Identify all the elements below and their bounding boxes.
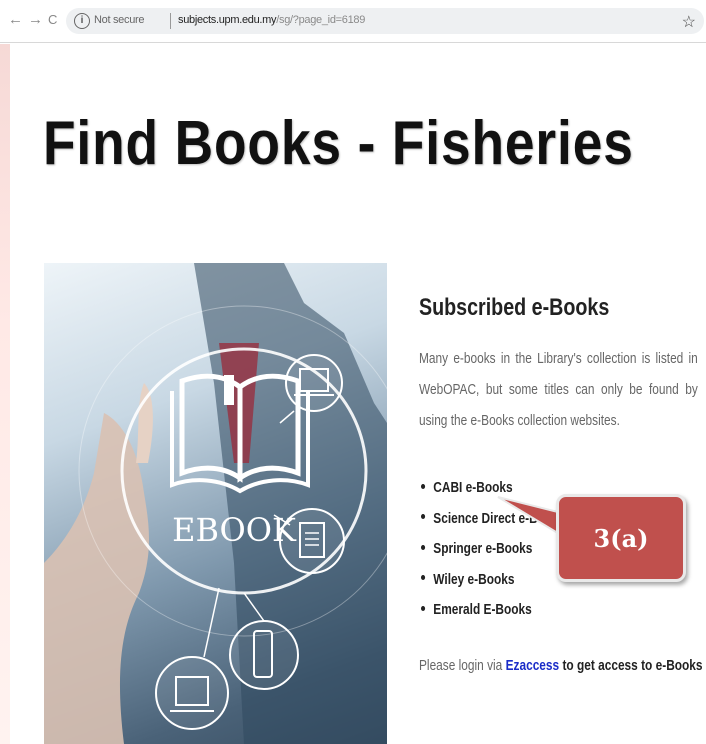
ezaccess-link[interactable]: Ezaccess (506, 658, 560, 674)
ebook-list: CABI e-Books Science Direct e-Books Spri… (421, 476, 565, 629)
login-suffix: to get access to e-Books (559, 658, 703, 674)
url-path: /sg/?page_id=6189 (276, 14, 366, 26)
annotation-callout: 3(a) (556, 494, 686, 582)
login-note: Please login via Ezaccess to get access … (419, 658, 703, 674)
list-item[interactable]: Science Direct e-Books (421, 507, 565, 538)
section-title: Subscribed e-Books (419, 294, 610, 321)
security-label[interactable]: Not secure (94, 14, 145, 26)
url-text[interactable]: subjects.upm.edu.my/sg/?page_id=6189 (178, 14, 365, 26)
ebook-link-emerald[interactable]: Emerald E-Books (433, 602, 531, 618)
address-separator (170, 13, 171, 29)
browser-toolbar: ← → C i Not secure subjects.upm.edu.my/s… (0, 0, 706, 43)
ebook-illustration-graphic: EBOOK (44, 263, 387, 744)
ebook-link-springer[interactable]: Springer e-Books (433, 541, 532, 557)
bullet-icon (421, 514, 426, 520)
ebook-illustration: EBOOK (44, 263, 387, 744)
bullet-icon (421, 483, 426, 489)
login-prefix: Please login via (419, 658, 506, 674)
left-edge-decoration (0, 44, 10, 744)
ebook-link-wiley[interactable]: Wiley e-Books (433, 572, 514, 588)
bookmark-star-icon[interactable]: ☆ (682, 12, 696, 32)
info-icon[interactable]: i (74, 13, 90, 29)
ebook-label: EBOOK (172, 511, 297, 549)
bullet-icon (421, 605, 426, 611)
list-item[interactable]: Emerald E-Books (421, 598, 565, 629)
url-host: subjects.upm.edu.my (178, 14, 277, 26)
back-icon[interactable]: ← (8, 11, 23, 29)
callout-label: 3(a) (593, 524, 649, 553)
bullet-icon (421, 544, 426, 550)
list-item[interactable]: Springer e-Books (421, 537, 565, 568)
ebook-link-cabi[interactable]: CABI e-Books (433, 480, 512, 496)
address-bar[interactable]: i Not secure subjects.upm.edu.my/sg/?pag… (66, 8, 704, 34)
page-title: Find Books - Fisheries (43, 109, 634, 178)
section-description: Many e-books in the Library's collection… (419, 351, 698, 429)
forward-icon[interactable]: → (28, 11, 43, 29)
list-item[interactable]: Wiley e-Books (421, 568, 565, 599)
ebook-link-science-direct[interactable]: Science Direct e-Books (433, 511, 565, 527)
bullet-icon (421, 575, 426, 581)
reload-icon[interactable]: C (48, 11, 57, 29)
list-item[interactable]: CABI e-Books (421, 476, 565, 507)
